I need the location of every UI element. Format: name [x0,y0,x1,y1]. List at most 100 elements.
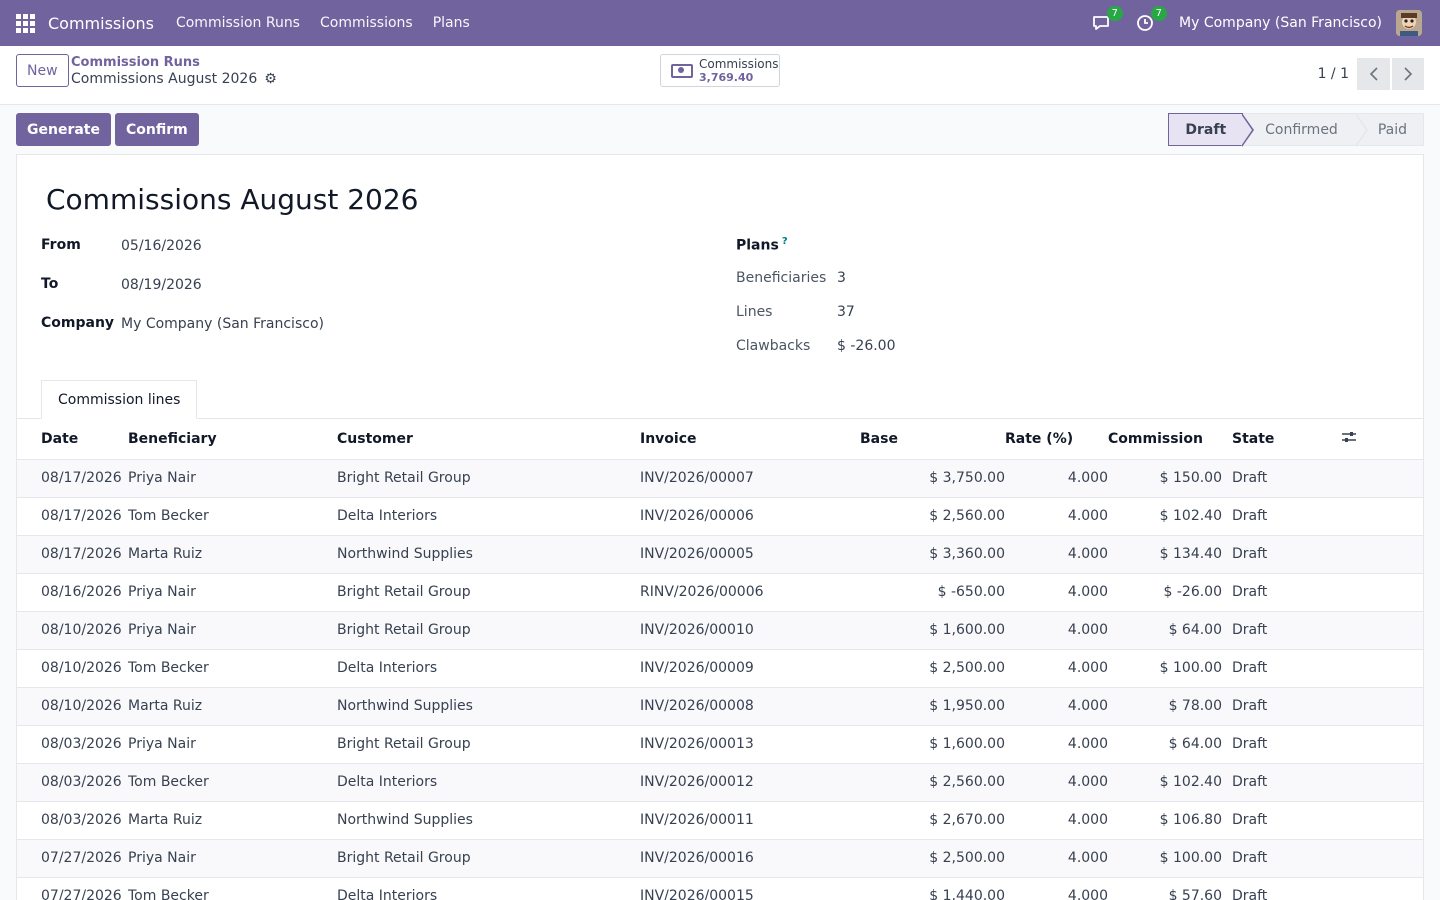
company-switcher[interactable]: My Company (San Francisco) [1179,15,1382,31]
status-bar: Draft Confirmed Paid [1168,113,1424,147]
tab-commission-lines[interactable]: Commission lines [41,380,198,419]
table-cell-empty [1342,649,1423,688]
col-rate[interactable]: Rate (%) [1005,419,1108,460]
table-cell: $ 1,600.00 [860,611,1005,650]
from-field[interactable]: 05/16/2026 [121,238,202,254]
table-cell: Bright Retail Group [337,573,640,612]
table-cell: Marta Ruiz [128,535,337,574]
chevron-left-icon [1369,67,1378,81]
table-cell: $ 2,560.00 [860,497,1005,536]
pager-previous-button[interactable] [1357,58,1390,90]
col-state[interactable]: State [1222,419,1342,460]
company-label: Company [41,315,115,331]
user-avatar[interactable] [1396,10,1422,36]
table-cell: $ 100.00 [1108,839,1222,878]
top-navbar: Commissions Commission Runs Commissions … [0,0,1440,46]
table-row[interactable]: 07/27/2026 Priya Nair Bright Retail Group I… [17,839,1423,878]
table-cell: INV/2026/00007 [640,459,860,498]
col-invoice[interactable]: Invoice [640,419,860,460]
clawbacks-value: $ -26.00 [837,338,896,354]
record-title[interactable]: Commissions August 2026 [46,183,418,216]
activities-button[interactable]: 7 [1135,6,1168,33]
table-row[interactable]: 08/03/2026 Priya Nair Bright Retail Group I… [17,725,1423,764]
breadcrumb-current-label: Commissions August 2026 [71,71,258,87]
table-cell: $ 78.00 [1108,687,1222,726]
table-cell: 08/16/2026 [17,573,128,612]
table-cell-empty [1342,573,1423,612]
table-cell: Delta Interiors [337,763,640,802]
pager: 1 / 1 [1318,58,1424,90]
table-row[interactable]: 08/10/2026 Priya Nair Bright Retail Group I… [17,611,1423,650]
plans-label: Plans? [736,236,788,254]
table-row[interactable]: 07/27/2026 Tom Becker Delta Interiors INV/2… [17,877,1423,900]
stage-confirmed[interactable]: Confirmed [1243,113,1368,147]
stat-label: Commissions [699,56,779,71]
breadcrumb-parent[interactable]: Commission Runs [71,55,277,70]
table-row[interactable]: 08/03/2026 Tom Becker Delta Interiors INV/2… [17,763,1423,802]
to-field[interactable]: 08/19/2026 [121,277,202,293]
col-date[interactable]: Date [17,419,128,460]
table-cell: $ 2,500.00 [860,839,1005,878]
menu-commission-runs[interactable]: Commission Runs [176,15,300,31]
table-cell-empty [1342,535,1423,574]
table-row[interactable]: 08/10/2026 Marta Ruiz Northwind Supplies IN… [17,687,1423,726]
table-cell: INV/2026/00015 [640,877,860,900]
table-cell: Delta Interiors [337,649,640,688]
table-cell: $ 3,360.00 [860,535,1005,574]
table-cell: 4.000 [1005,535,1108,574]
table-cell: $ 134.40 [1108,535,1222,574]
table-cell: 08/17/2026 [17,535,128,574]
table-cell: $ 100.00 [1108,649,1222,688]
generate-button[interactable]: Generate [16,113,111,146]
table-cell: Tom Becker [128,763,337,802]
table-cell: 4.000 [1005,725,1108,764]
table-cell: INV/2026/00006 [640,497,860,536]
apps-grid-icon[interactable] [16,13,36,33]
table-cell-empty [1342,687,1423,726]
lines-value: 37 [837,304,855,320]
table-cell: $ 106.80 [1108,801,1222,840]
pager-next-button[interactable] [1391,58,1424,90]
menu-commissions[interactable]: Commissions [320,15,413,31]
table-cell: Priya Nair [128,611,337,650]
col-customer[interactable]: Customer [337,419,640,460]
company-field[interactable]: My Company (San Francisco) [121,316,324,332]
table-row[interactable]: 08/17/2026 Priya Nair Bright Retail Group I… [17,459,1423,498]
col-beneficiary[interactable]: Beneficiary [128,419,337,460]
optional-columns-toggle[interactable] [1342,419,1423,460]
table-cell: 4.000 [1005,801,1108,840]
help-icon[interactable]: ? [782,236,788,247]
menu-plans[interactable]: Plans [433,15,470,31]
table-cell: 08/03/2026 [17,725,128,764]
table-cell: $ 64.00 [1108,725,1222,764]
gear-icon[interactable]: ⚙ [264,71,277,88]
table-cell: $ 102.40 [1108,497,1222,536]
col-base[interactable]: Base [860,419,1005,460]
clawbacks-label: Clawbacks [736,338,811,354]
col-commission[interactable]: Commission [1108,419,1222,460]
confirm-button[interactable]: Confirm [115,113,199,146]
table-cell: RINV/2026/00006 [640,573,860,612]
beneficiaries-label: Beneficiaries [736,270,827,286]
commissions-stat-button[interactable]: Commissions 3,769.40 [660,54,780,87]
table-cell: 4.000 [1005,611,1108,650]
new-button[interactable]: New [16,54,69,87]
table-cell: Northwind Supplies [337,687,640,726]
table-cell: 4.000 [1005,649,1108,688]
table-row[interactable]: 08/17/2026 Tom Becker Delta Interiors INV/2… [17,497,1423,536]
table-cell: 4.000 [1005,839,1108,878]
app-name[interactable]: Commissions [48,14,154,33]
table-cell: Draft [1222,611,1342,650]
commission-lines-table: Date Beneficiary Customer Invoice Base R… [17,419,1423,900]
table-row[interactable]: 08/16/2026 Priya Nair Bright Retail Group R… [17,573,1423,612]
stage-draft[interactable]: Draft [1168,113,1255,147]
table-row[interactable]: 08/17/2026 Marta Ruiz Northwind Supplies IN… [17,535,1423,574]
table-cell: Draft [1222,573,1342,612]
table-cell: $ 2,670.00 [860,801,1005,840]
action-bar: Generate Confirm [16,113,203,146]
table-cell: Priya Nair [128,459,337,498]
table-row[interactable]: 08/10/2026 Tom Becker Delta Interiors INV/2… [17,649,1423,688]
messages-button[interactable]: 7 [1091,6,1124,33]
pager-value[interactable]: 1 / 1 [1318,66,1349,82]
table-row[interactable]: 08/03/2026 Marta Ruiz Northwind Supplies IN… [17,801,1423,840]
